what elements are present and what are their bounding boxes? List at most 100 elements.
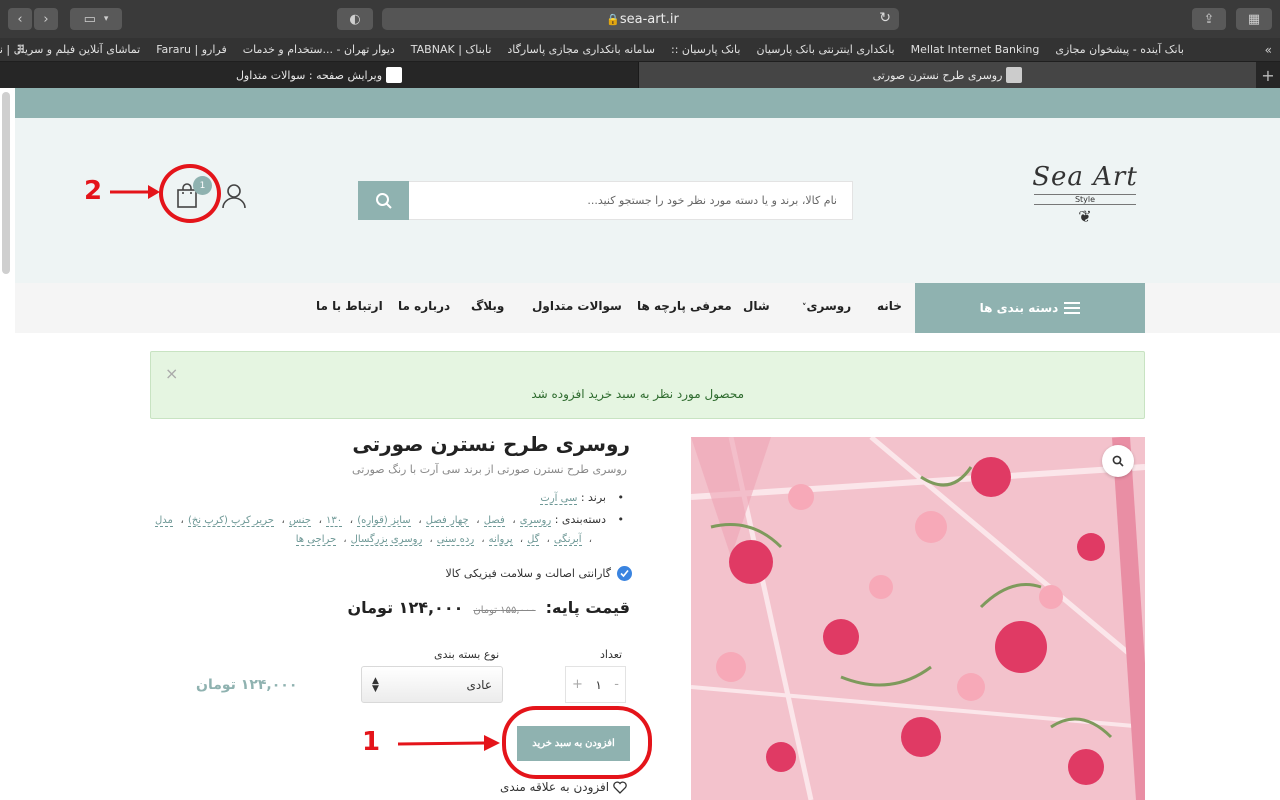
nav-item-shawl[interactable]: شال bbox=[743, 299, 770, 313]
search-box bbox=[358, 181, 853, 220]
brand-label: برند : bbox=[580, 491, 606, 504]
grid-icon: ▦ bbox=[1247, 11, 1261, 27]
category-link[interactable]: پروانه bbox=[488, 534, 513, 546]
bookmark-item[interactable]: دیوار تهران - ...ستخدام و خدمات bbox=[243, 43, 395, 56]
logo-ornament-icon: ❦ bbox=[1078, 207, 1092, 226]
category-link[interactable]: فصل bbox=[483, 515, 505, 527]
address-bar[interactable]: 🔒 sea-art.ir ↻ bbox=[382, 8, 899, 30]
bookmark-item[interactable]: تابناک | TABNAK bbox=[411, 43, 492, 56]
category-label: دسته‌بندی : bbox=[554, 513, 606, 526]
guarantee-text: گارانتی اصالت و سلامت فیزیکی کالا bbox=[445, 567, 612, 580]
brand-link[interactable]: سی آرت bbox=[540, 493, 578, 505]
quantity-stepper[interactable]: + ۱ - bbox=[565, 666, 626, 703]
tab-product[interactable]: روسری طرح نسترن صورتی bbox=[638, 62, 1256, 88]
logo-text: Sea Art bbox=[1032, 162, 1138, 192]
nav-item-home[interactable]: خانه bbox=[877, 299, 902, 313]
categories-label: دسته بندی ها bbox=[979, 301, 1059, 315]
search-input[interactable] bbox=[411, 182, 851, 219]
bookmark-item[interactable]: فرارو | Fararu bbox=[156, 43, 227, 56]
annotation-arrow-icon bbox=[110, 185, 160, 199]
category-link[interactable]: جنس bbox=[288, 515, 311, 527]
nav-item-faq[interactable]: سوالات متداول bbox=[532, 299, 622, 313]
category-link[interactable]: روسری بزرگسال bbox=[350, 534, 423, 546]
select-arrows-icon: ▲ ▼ bbox=[372, 675, 379, 694]
price-label: قیمت پایه: bbox=[545, 598, 630, 617]
nav-label: روسری bbox=[806, 299, 852, 313]
product-title: روسری طرح نسترن صورتی bbox=[352, 432, 630, 456]
packaging-label: نوع بسته بندی bbox=[434, 648, 500, 661]
tab-label: ویرایش صفحه : سوالات متداول bbox=[235, 68, 383, 82]
browser-toolbar: ‹ › ▭ ▾ ◐ 🔒 sea-art.ir ↻ ⇪ ▦ bbox=[0, 0, 1280, 38]
privacy-shield-button[interactable]: ◐ bbox=[337, 8, 373, 30]
category-link[interactable]: ۱۳۰ bbox=[326, 515, 343, 527]
site-logo[interactable]: Sea Art Style ❦ bbox=[1022, 162, 1148, 240]
category-link[interactable]: سایز (قواره) bbox=[357, 515, 411, 527]
annotation-arrow-icon bbox=[397, 735, 500, 751]
annotation-number-1: 1 bbox=[362, 727, 381, 757]
bookmarks-bar: بانک آینده - پیشخوان مجازی Mellat Intern… bbox=[0, 38, 1280, 62]
zoom-button[interactable] bbox=[1102, 445, 1134, 477]
new-tab-button[interactable]: + bbox=[1256, 62, 1280, 88]
plus-icon[interactable]: + bbox=[572, 677, 583, 692]
bookmark-item[interactable]: Mellat Internet Banking bbox=[911, 43, 1040, 56]
category-link[interactable]: حریر کرپ (کرپ نخ) bbox=[187, 515, 274, 527]
close-icon[interactable]: × bbox=[165, 364, 178, 383]
category-link[interactable]: روسری bbox=[519, 515, 552, 527]
category-link[interactable]: گل bbox=[527, 534, 540, 546]
bookmark-item[interactable]: بانکداری اینترنتی بانک پارسیان bbox=[756, 43, 894, 56]
nav-item-about[interactable]: درباره ما bbox=[398, 299, 450, 313]
tab-bar: ویرایش صفحه : سوالات متداول روسری طرح نس… bbox=[0, 62, 1280, 88]
top-strip bbox=[15, 88, 1280, 118]
category-row-continued: ، آبرنگی، گل، پروانه، رده سنی، روسری بزر… bbox=[295, 534, 592, 546]
category-link[interactable]: چهار فصل bbox=[425, 515, 469, 527]
nav-item-fabrics[interactable]: معرفی پارچه ها bbox=[637, 299, 732, 313]
annotation-number-2: 2 bbox=[84, 176, 103, 206]
tab-faq-edit[interactable]: ویرایش صفحه : سوالات متداول bbox=[0, 62, 638, 88]
current-price: ۱۲۴,۰۰۰ تومان bbox=[347, 598, 464, 617]
page-scrollbar[interactable] bbox=[2, 92, 10, 274]
back-button[interactable]: ‹ bbox=[8, 8, 32, 30]
total-price: ۱۲۴,۰۰۰ تومان bbox=[196, 677, 298, 693]
search-icon bbox=[375, 192, 392, 209]
nav-item-scarf[interactable]: روسری˅ bbox=[802, 299, 851, 313]
shield-icon: ◐ bbox=[349, 11, 361, 27]
packaging-selected: عادی bbox=[466, 677, 492, 692]
bookmarks-overflow-icon[interactable]: « bbox=[1265, 43, 1272, 57]
user-icon[interactable] bbox=[221, 183, 247, 209]
product-image[interactable] bbox=[691, 437, 1145, 800]
bookmark-item[interactable]: بانک آینده - پیشخوان مجازی bbox=[1055, 43, 1184, 56]
sidebar-icon: ▭ bbox=[83, 11, 96, 27]
annotation-ring-cart bbox=[159, 164, 221, 223]
category-link[interactable]: رده سنی bbox=[436, 534, 475, 546]
favicon-icon bbox=[1006, 67, 1023, 83]
wishlist-label: افزودن به علاقه مندی bbox=[500, 780, 610, 794]
quantity-label: تعداد bbox=[600, 648, 623, 661]
brand-row: برند : سی آرت bbox=[540, 491, 624, 505]
url-text: sea-art.ir bbox=[619, 11, 679, 27]
lock-icon: 🔒 bbox=[606, 12, 620, 26]
search-button[interactable] bbox=[358, 181, 409, 220]
wishlist-link[interactable]: افزودن به علاقه مندی bbox=[500, 780, 627, 794]
sidebar-toggle-button[interactable]: ▭ ▾ bbox=[70, 8, 122, 30]
category-row: دسته‌بندی : روسری، فصل، چهار فصل، سایز (… bbox=[155, 513, 624, 527]
hamburger-icon bbox=[1064, 299, 1081, 317]
forward-button[interactable]: › bbox=[34, 8, 58, 30]
search-icon bbox=[1112, 455, 1124, 467]
category-link[interactable]: مدل bbox=[155, 515, 173, 527]
guarantee-row: گارانتی اصالت و سلامت فیزیکی کالا bbox=[445, 566, 632, 581]
category-link[interactable]: حراجی ها bbox=[295, 534, 337, 546]
packaging-select[interactable]: عادی ▲ ▼ bbox=[361, 666, 503, 703]
bookmark-item[interactable]: سامانه بانکداری مجازی پاسارگاد bbox=[507, 43, 655, 56]
category-link[interactable]: آبرنگی bbox=[553, 534, 582, 546]
product-subtitle: روسری طرح نسترن صورتی از برند سی آرت با … bbox=[352, 463, 627, 476]
nav-item-contact[interactable]: ارتباط با ما bbox=[316, 299, 383, 313]
tab-overview-button[interactable]: ▦ bbox=[1236, 8, 1272, 30]
categories-menu-button[interactable]: دسته بندی ها bbox=[915, 283, 1145, 333]
bookmarks-grid-icon[interactable]: ⠿ bbox=[16, 43, 25, 57]
chevron-down-icon: ▾ bbox=[103, 14, 109, 24]
reload-icon[interactable]: ↻ bbox=[879, 10, 891, 26]
nav-item-blog[interactable]: وبلاگ bbox=[471, 299, 504, 313]
bookmark-item[interactable]: بانک پارسیان :: bbox=[671, 43, 740, 56]
share-button[interactable]: ⇪ bbox=[1192, 8, 1226, 30]
minus-icon[interactable]: - bbox=[614, 677, 619, 692]
